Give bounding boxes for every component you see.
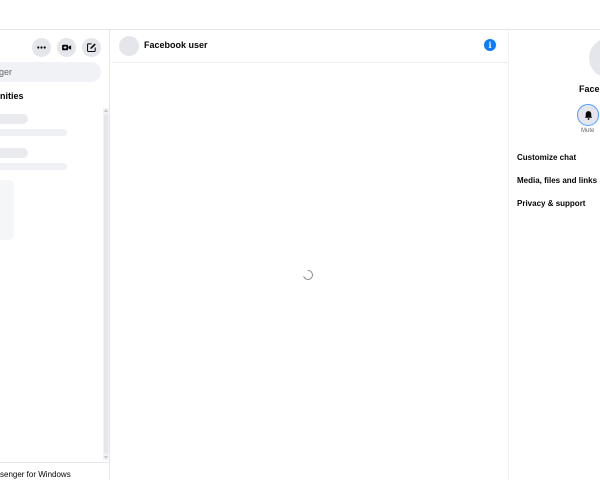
loading-placeholder (0, 114, 28, 124)
sidebar-scrollbar[interactable] (103, 108, 109, 460)
scroll-up-icon (104, 109, 108, 112)
window-top-bar (0, 0, 600, 30)
more-dots-icon (37, 46, 46, 49)
profile-picture[interactable] (589, 38, 600, 78)
customize-chat-item[interactable]: Customize chat (517, 153, 576, 162)
communities-tab[interactable]: nities (0, 91, 24, 101)
loading-spinner-icon (303, 270, 313, 280)
chats-sidebar: ger nities senger for Windows (0, 30, 110, 480)
conversation-pane: Facebook user i (111, 30, 508, 480)
profile-name: Faceb (579, 84, 600, 94)
loading-placeholder (0, 129, 67, 136)
loading-placeholder (0, 148, 28, 158)
info-icon[interactable]: i (484, 39, 496, 51)
search-input[interactable]: ger (0, 62, 101, 82)
get-app-link[interactable]: senger for Windows (0, 470, 109, 479)
sidebar-actions (32, 38, 101, 57)
footer-divider (0, 462, 109, 463)
scrollbar-thumb[interactable] (104, 114, 108, 454)
contact-name[interactable]: Facebook user (144, 40, 208, 50)
contact-avatar[interactable] (119, 36, 139, 56)
mute-label: Mute (581, 128, 595, 134)
new-message-button[interactable] (82, 38, 101, 57)
scroll-down-icon (104, 456, 108, 459)
video-camera-icon (62, 44, 72, 51)
loading-placeholder (0, 163, 67, 170)
compose-icon (87, 43, 96, 52)
more-options-button[interactable] (32, 38, 51, 57)
conversation-header: Facebook user i (111, 30, 508, 63)
mute-button[interactable] (577, 104, 599, 126)
new-room-button[interactable] (57, 38, 76, 57)
bell-icon (584, 110, 592, 120)
loading-placeholder (0, 180, 14, 240)
privacy-support-item[interactable]: Privacy & support (517, 199, 585, 208)
conversation-info-panel: Faceb Mute Customize chat Media, files a… (508, 30, 600, 480)
media-files-links-item[interactable]: Media, files and links (517, 176, 597, 185)
